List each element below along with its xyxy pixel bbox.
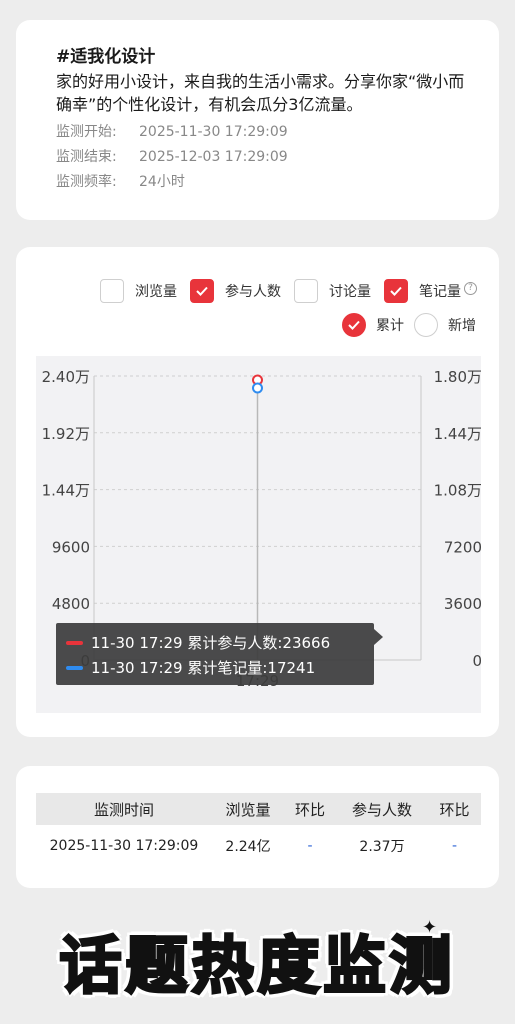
metric-label-views[interactable]: 浏览量 [135,281,177,301]
metric-selector: 浏览量 参与人数 讨论量 笔记量 ? [100,279,477,303]
y-right-tick-label: 7200 [444,538,481,556]
monitor-table-card: 监测时间 浏览量 环比 参与人数 环比 2025-11-30 17:29:09 … [16,766,499,888]
cell-participants: 2.37万 [359,839,405,855]
header-mom-participants[interactable]: 环比 [428,799,481,820]
header-participants[interactable]: 参与人数 [336,799,428,820]
topic-info-card: #适我化设计 家的好用小设计，来自我的生活小需求。分享你家“微小而确幸”的个性化… [16,20,499,220]
y-left-tick-label: 2.40万 [42,368,90,386]
monitor-start-row: 监测开始: 2025-11-30 17:29:09 [56,120,479,145]
y-right-tick-label: 0 [472,652,481,670]
metric-label-notes[interactable]: 笔记量 [419,281,461,301]
meta-label: 监测结束: [56,149,117,165]
cell-mom-views: - [307,838,313,854]
cell-views: 2.24亿 [225,839,271,855]
line-chart[interactable]: 0048003600960072001.44万1.08万1.92万1.44万2.… [36,356,481,713]
banner: 话题热度监测 ✦ [0,905,515,1015]
meta-value: 2025-12-03 17:29:09 [139,149,288,165]
radio-incremental[interactable] [414,313,438,337]
y-left-tick-label: 9600 [52,538,90,556]
radio-cumulative[interactable] [342,313,366,337]
cell-monitor-time: 2025-11-30 17:29:09 [49,838,199,854]
header-views[interactable]: 浏览量 [212,799,284,820]
metric-label-discussions[interactable]: 讨论量 [329,281,371,301]
y-right-tick-label: 3600 [444,595,481,613]
table-header: 监测时间 浏览量 环比 参与人数 环比 [36,793,481,825]
banner-title: 话题热度监测 [58,928,456,1004]
tooltip-text: 11-30 17:29 累计笔记量:17241 [91,659,316,677]
mode-label-cumulative[interactable]: 累计 [376,315,404,335]
checkmark-icon [196,286,208,296]
chart-tooltip: 11-30 17:29 累计参与人数:23666 11-30 17:29 累计笔… [56,623,383,685]
checkmark-icon [390,286,402,296]
data-point [252,382,263,394]
mode-label-incremental[interactable]: 新增 [448,315,476,335]
checkmark-icon [348,320,360,330]
tooltip-row: 11-30 17:29 累计参与人数:23666 [66,630,374,655]
mode-selector: 累计 新增 [342,313,476,337]
y-right-tick-label: 1.08万 [434,482,481,500]
topic-description: 家的好用小设计，来自我的生活小需求。分享你家“微小而确幸”的个性化设计，有机会瓜… [56,72,465,114]
checkbox-participants[interactable] [190,279,214,303]
header-monitor-time[interactable]: 监测时间 [36,799,212,820]
meta-value: 2025-11-30 17:29:09 [139,124,288,140]
meta-value: 24小时 [139,174,185,190]
monitor-table: 监测时间 浏览量 环比 参与人数 环比 2025-11-30 17:29:09 … [36,793,481,867]
checkbox-notes[interactable] [384,279,408,303]
tooltip-row: 11-30 17:29 累计笔记量:17241 [66,655,374,680]
table-row: 2025-11-30 17:29:09 2.24亿 - 2.37万 - [36,825,481,867]
tooltip-swatch-blue [66,665,83,670]
tooltip-text: 11-30 17:29 累计参与人数:23666 [91,634,331,652]
meta-label: 监测开始: [56,124,117,140]
help-icon[interactable]: ? [464,281,477,295]
tooltip-swatch-red [66,640,83,645]
y-right-tick-label: 1.80万 [434,368,481,386]
monitor-frequency-row: 监测频率: 24小时 [56,170,479,195]
checkbox-views[interactable] [100,279,124,303]
trend-chart-card: 浏览量 参与人数 讨论量 笔记量 ? 累计 新增 004800360096007… [16,247,499,737]
topic-title[interactable]: #适我化设计 [56,46,479,68]
checkbox-discussions[interactable] [294,279,318,303]
y-left-tick-label: 1.92万 [42,425,90,443]
monitor-end-row: 监测结束: 2025-12-03 17:29:09 [56,145,479,170]
y-left-tick-label: 1.44万 [42,482,90,500]
y-left-tick-label: 4800 [52,595,90,613]
sparkle-icon: ✦ [422,917,438,938]
header-mom-views[interactable]: 环比 [284,799,336,820]
cell-mom-participants: - [451,838,458,854]
y-right-tick-label: 1.44万 [434,425,481,443]
meta-label: 监测频率: [56,174,117,190]
metric-label-participants[interactable]: 参与人数 [225,281,281,301]
